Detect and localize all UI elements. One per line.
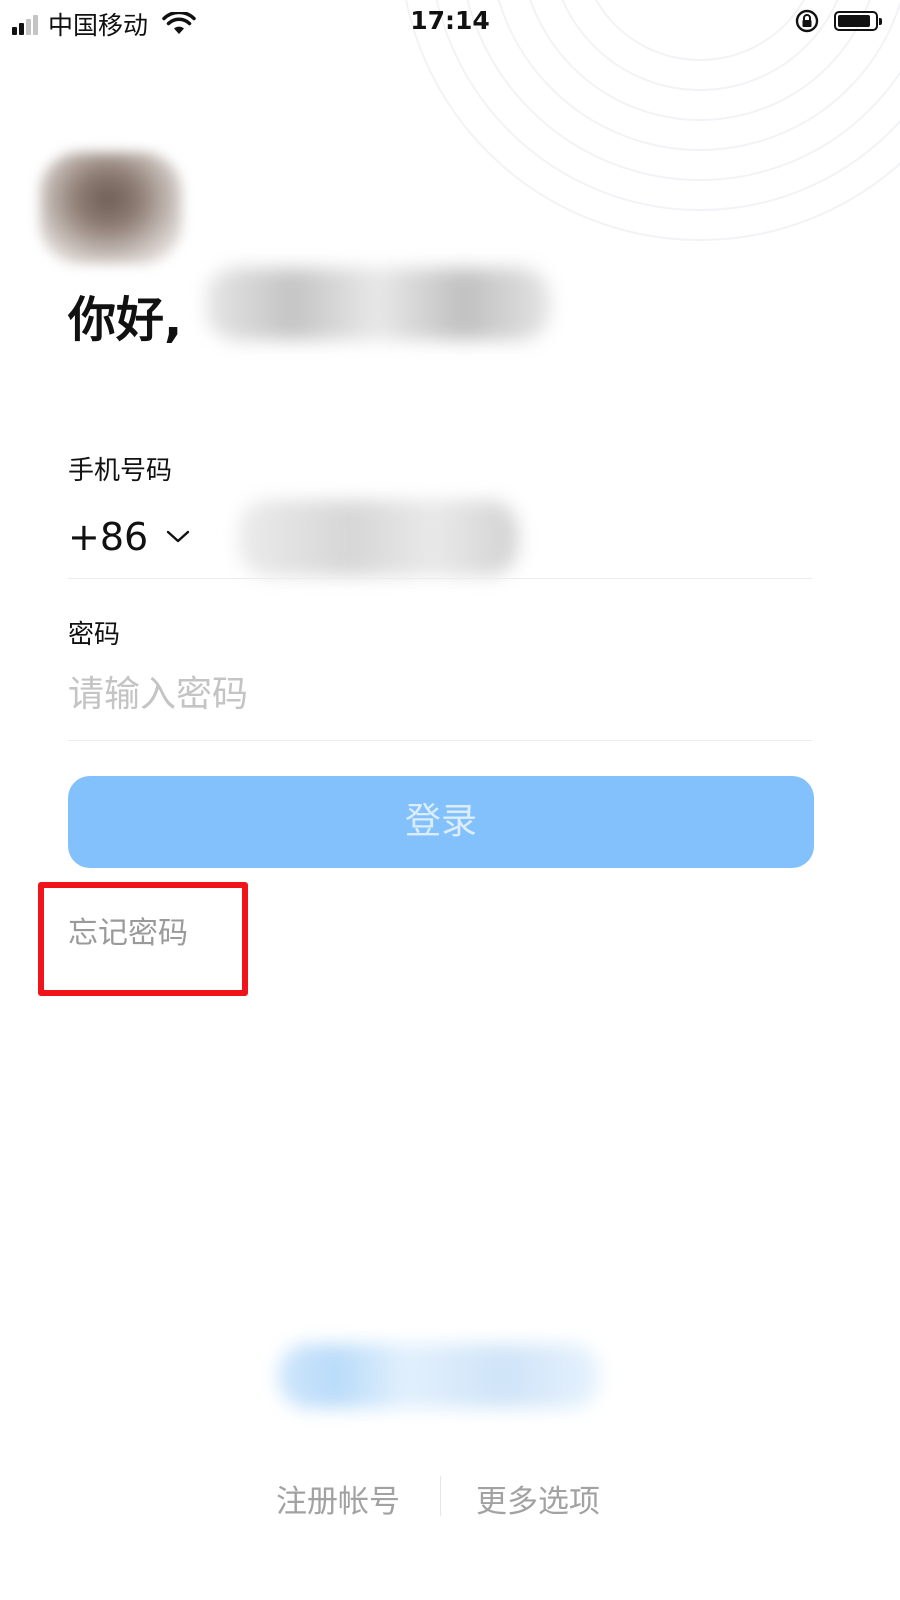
password-input[interactable] [68, 664, 768, 724]
third-party-login-redacted[interactable] [278, 1344, 600, 1408]
password-divider [68, 740, 812, 741]
greeting-text: 你好, [68, 292, 183, 348]
register-account-link[interactable]: 注册帐号 [276, 1476, 400, 1521]
footer-divider [440, 1476, 441, 1516]
more-options-link[interactable]: 更多选项 [476, 1476, 600, 1521]
chevron-down-icon [167, 530, 190, 543]
rotation-lock-icon [795, 9, 819, 33]
login-page: 中国移动 17:14 你好, 手机号码 +86 密码 登录 忘记密码 注册帐号 … [0, 0, 900, 1600]
country-code-value: +86 [68, 515, 149, 559]
country-code-selector[interactable]: +86 [68, 515, 190, 559]
battery-icon [834, 11, 882, 31]
forgot-password-link[interactable]: 忘记密码 [68, 908, 188, 952]
phone-divider [68, 578, 812, 579]
username-redacted [206, 268, 550, 340]
status-bar: 中国移动 17:14 [0, 0, 900, 46]
status-time: 17:14 [410, 6, 490, 35]
login-button[interactable]: 登录 [68, 776, 814, 868]
password-label: 密码 [68, 620, 121, 650]
phone-number-field[interactable] [238, 500, 518, 576]
phone-label: 手机号码 [68, 456, 173, 486]
avatar [40, 152, 182, 264]
